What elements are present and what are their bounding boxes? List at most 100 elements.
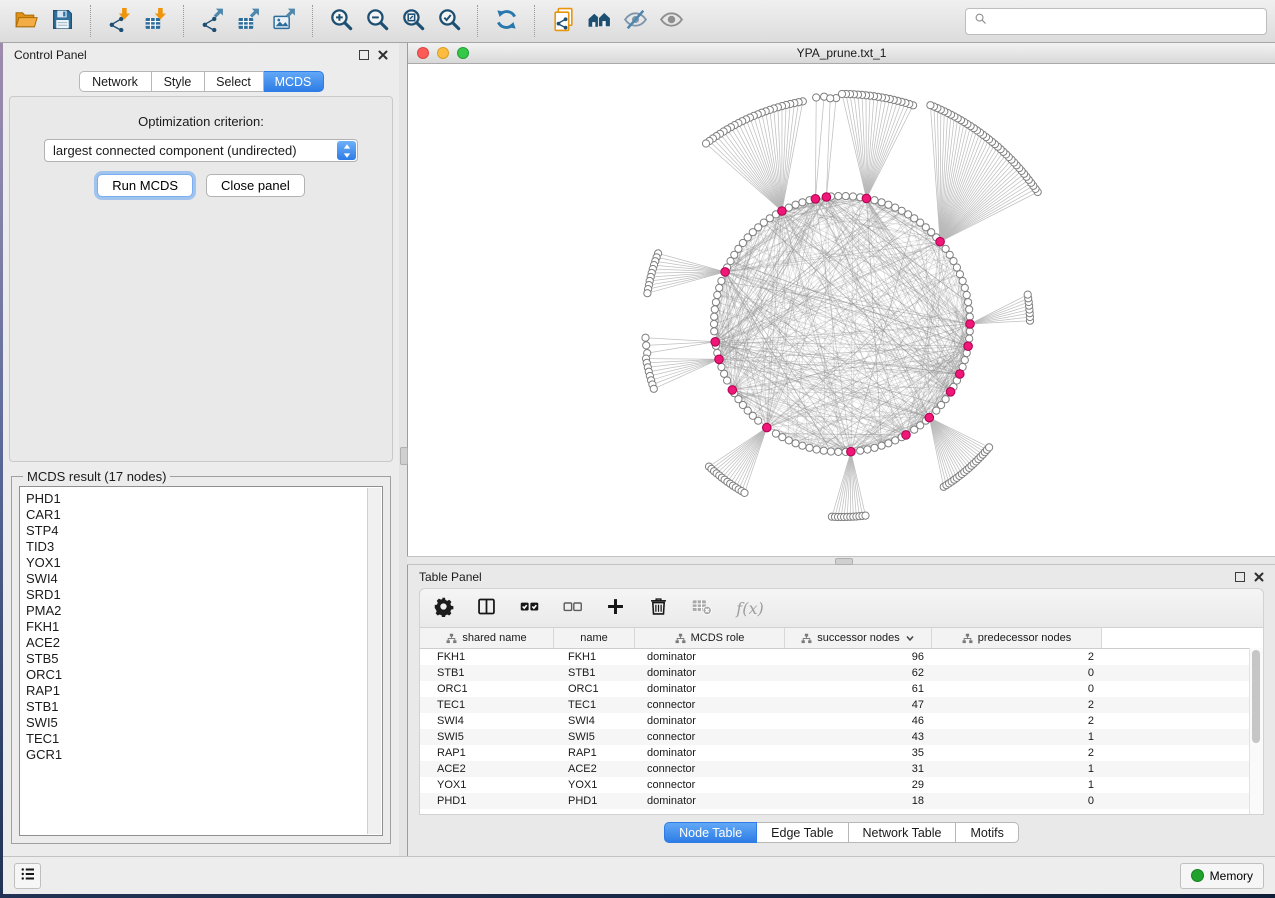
cell-mcds-role[interactable]: dominator bbox=[635, 747, 785, 759]
export-table-button[interactable] bbox=[230, 3, 266, 39]
mcds-result-item[interactable]: GCR1 bbox=[26, 747, 366, 763]
zoom-fit-button[interactable] bbox=[395, 3, 431, 39]
export-image-button[interactable] bbox=[266, 3, 302, 39]
cell-mcds-role[interactable]: dominator bbox=[635, 667, 785, 679]
cell-shared-name[interactable]: FKH1 bbox=[420, 651, 554, 663]
tab-mcds[interactable]: MCDS bbox=[264, 71, 324, 92]
cell-successor-nodes[interactable]: 43 bbox=[785, 731, 932, 743]
close-panel-button[interactable]: Close panel bbox=[206, 174, 305, 197]
table-row[interactable]: YOX1 YOX1 connector 29 1 bbox=[420, 777, 1263, 793]
column-header-shared-name[interactable]: shared name bbox=[420, 628, 554, 648]
task-history-button[interactable] bbox=[14, 863, 41, 889]
table-row[interactable]: STB1 STB1 dominator 62 0 bbox=[420, 665, 1263, 681]
tab-network[interactable]: Network bbox=[79, 71, 152, 92]
close-panel-icon[interactable] bbox=[1254, 572, 1264, 582]
tab-motifs[interactable]: Motifs bbox=[956, 822, 1018, 843]
column-header-mcds-role[interactable]: MCDS role bbox=[635, 628, 785, 648]
cell-name[interactable]: ORC1 bbox=[554, 683, 635, 695]
cell-mcds-role[interactable]: dominator bbox=[635, 715, 785, 727]
cell-mcds-role[interactable]: connector bbox=[635, 731, 785, 743]
memory-button[interactable]: Memory bbox=[1180, 863, 1264, 889]
cell-mcds-role[interactable]: connector bbox=[635, 699, 785, 711]
float-panel-icon[interactable] bbox=[359, 50, 369, 60]
scrollbar-thumb[interactable] bbox=[1252, 650, 1260, 743]
import-network-button[interactable] bbox=[101, 3, 137, 39]
minimize-window-icon[interactable] bbox=[437, 47, 449, 59]
mcds-result-item[interactable]: YOX1 bbox=[26, 555, 366, 571]
table-row[interactable]: FKH1 FKH1 dominator 96 2 bbox=[420, 649, 1263, 665]
cell-successor-nodes[interactable]: 96 bbox=[785, 651, 932, 663]
table-row[interactable]: SWI5 SWI5 connector 43 1 bbox=[420, 729, 1263, 745]
cell-predecessor-nodes[interactable]: 0 bbox=[932, 795, 1102, 807]
mcds-result-item[interactable]: ACE2 bbox=[26, 635, 366, 651]
mcds-result-item[interactable]: SWI4 bbox=[26, 571, 366, 587]
cell-shared-name[interactable]: SWI4 bbox=[420, 715, 554, 727]
table-row[interactable]: TEC1 TEC1 connector 47 2 bbox=[420, 697, 1263, 713]
refresh-layout-button[interactable] bbox=[488, 3, 524, 39]
cell-successor-nodes[interactable]: 35 bbox=[785, 747, 932, 759]
tab-network-table[interactable]: Network Table bbox=[849, 822, 957, 843]
mcds-result-item[interactable]: TID3 bbox=[26, 539, 366, 555]
cell-predecessor-nodes[interactable]: 2 bbox=[932, 699, 1102, 711]
delete-column-button[interactable] bbox=[645, 595, 671, 621]
mcds-result-item[interactable]: STP4 bbox=[26, 523, 366, 539]
cell-shared-name[interactable]: TEC1 bbox=[420, 699, 554, 711]
cell-shared-name[interactable]: PHD1 bbox=[420, 795, 554, 807]
vertical-splitter[interactable] bbox=[399, 43, 407, 856]
cell-shared-name[interactable]: SWI5 bbox=[420, 731, 554, 743]
network-view[interactable] bbox=[408, 64, 1275, 556]
cell-mcds-role[interactable]: dominator bbox=[635, 795, 785, 807]
cell-name[interactable]: PHD1 bbox=[554, 795, 635, 807]
cell-predecessor-nodes[interactable]: 2 bbox=[932, 651, 1102, 663]
zoom-in-button[interactable] bbox=[323, 3, 359, 39]
run-mcds-button[interactable]: Run MCDS bbox=[97, 174, 193, 197]
float-panel-icon[interactable] bbox=[1235, 572, 1245, 582]
mcds-result-item[interactable]: SWI5 bbox=[26, 715, 366, 731]
select-all-columns-button[interactable] bbox=[516, 595, 542, 621]
cell-predecessor-nodes[interactable]: 1 bbox=[932, 731, 1102, 743]
table-mode-button[interactable] bbox=[473, 595, 499, 621]
horizontal-splitter[interactable] bbox=[407, 556, 1275, 565]
cell-name[interactable]: SWI4 bbox=[554, 715, 635, 727]
cell-mcds-role[interactable]: dominator bbox=[635, 651, 785, 663]
cell-shared-name[interactable]: RAP1 bbox=[420, 747, 554, 759]
result-list-scrollbar[interactable] bbox=[367, 488, 381, 834]
mcds-result-item[interactable]: ORC1 bbox=[26, 667, 366, 683]
table-settings-button[interactable] bbox=[430, 595, 456, 621]
export-network-button[interactable] bbox=[194, 3, 230, 39]
cell-successor-nodes[interactable]: 47 bbox=[785, 699, 932, 711]
cell-mcds-role[interactable]: dominator bbox=[635, 683, 785, 695]
mcds-result-item[interactable]: FKH1 bbox=[26, 619, 366, 635]
function-builder-button[interactable]: f(x) bbox=[731, 595, 769, 621]
cell-successor-nodes[interactable]: 46 bbox=[785, 715, 932, 727]
cell-name[interactable]: TEC1 bbox=[554, 699, 635, 711]
optimization-criterion-select[interactable]: largest connected component (undirected) bbox=[44, 139, 358, 162]
search-input[interactable] bbox=[993, 13, 1259, 29]
table-row[interactable]: RAP1 RAP1 dominator 35 2 bbox=[420, 745, 1263, 761]
open-session-button[interactable] bbox=[8, 3, 44, 39]
tab-node-table[interactable]: Node Table bbox=[664, 822, 757, 843]
cell-shared-name[interactable]: ACE2 bbox=[420, 763, 554, 775]
deselect-all-columns-button[interactable] bbox=[559, 595, 585, 621]
search-field[interactable] bbox=[965, 8, 1267, 35]
close-window-icon[interactable] bbox=[417, 47, 429, 59]
cell-name[interactable]: ACE2 bbox=[554, 763, 635, 775]
mcds-result-item[interactable]: CAR1 bbox=[26, 507, 366, 523]
hide-details-button[interactable] bbox=[617, 3, 653, 39]
network-window-titlebar[interactable]: YPA_prune.txt_1 bbox=[408, 43, 1275, 64]
cell-predecessor-nodes[interactable]: 0 bbox=[932, 667, 1102, 679]
save-session-button[interactable] bbox=[44, 3, 80, 39]
network-file-button[interactable] bbox=[545, 3, 581, 39]
cell-predecessor-nodes[interactable]: 2 bbox=[932, 747, 1102, 759]
cell-mcds-role[interactable]: connector bbox=[635, 779, 785, 791]
table-scrollbar[interactable] bbox=[1249, 648, 1263, 814]
cell-predecessor-nodes[interactable]: 2 bbox=[932, 715, 1102, 727]
column-header-name[interactable]: name bbox=[554, 628, 635, 648]
mcds-result-item[interactable]: STB5 bbox=[26, 651, 366, 667]
table-row[interactable]: ORC1 ORC1 dominator 61 0 bbox=[420, 681, 1263, 697]
column-header-successor-nodes[interactable]: successor nodes bbox=[785, 628, 932, 648]
delete-table-button[interactable] bbox=[688, 595, 714, 621]
tab-style[interactable]: Style bbox=[152, 71, 205, 92]
add-column-button[interactable] bbox=[602, 595, 628, 621]
cell-name[interactable]: SWI5 bbox=[554, 731, 635, 743]
